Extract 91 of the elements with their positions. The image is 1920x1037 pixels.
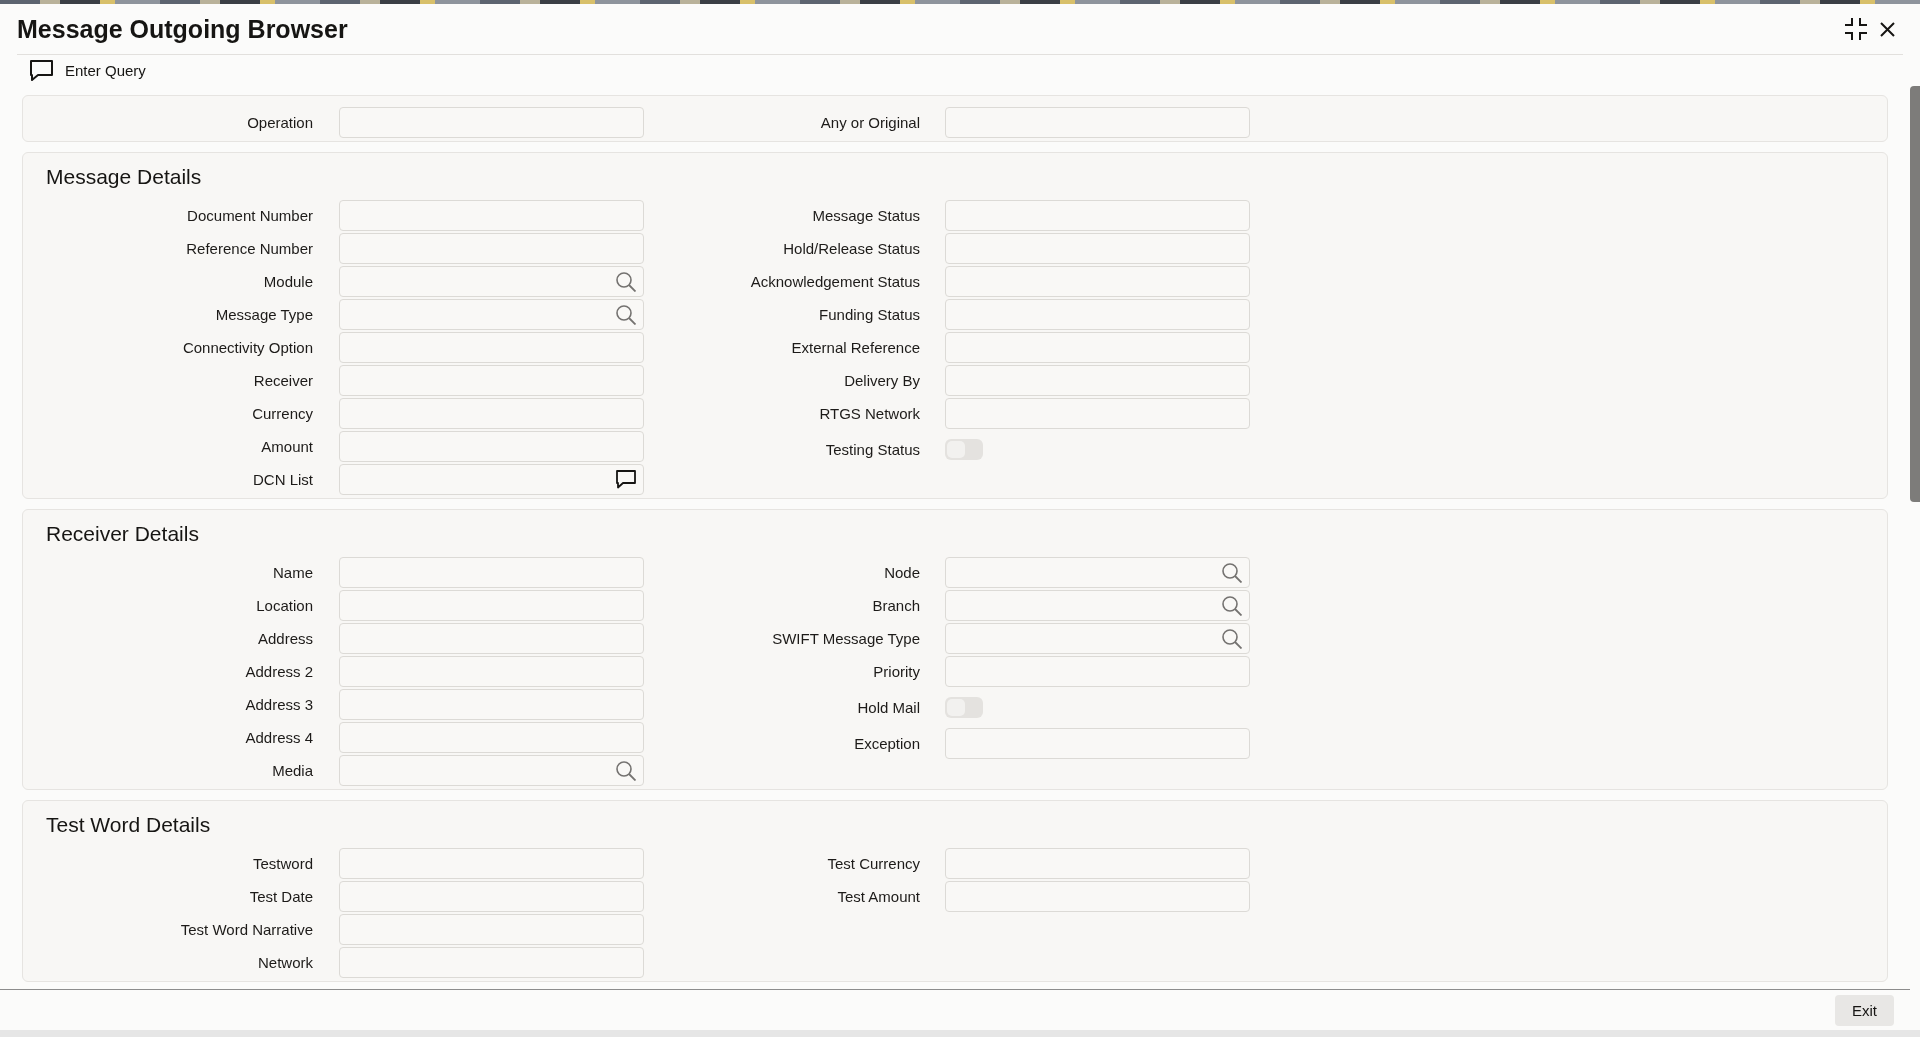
field-label: Network — [257, 954, 313, 971]
field-label: Operation — [246, 114, 313, 131]
field-label: Test Word Narrative — [179, 921, 313, 938]
section-heading: Receiver Details — [46, 521, 200, 547]
input-field[interactable] — [945, 107, 1250, 138]
input-field[interactable] — [339, 656, 644, 687]
input-field[interactable] — [339, 623, 644, 654]
field-label: Delivery By — [843, 372, 920, 389]
field-label: Receiver — [252, 372, 313, 389]
field-label: Branch — [871, 597, 920, 614]
input-field[interactable] — [339, 431, 644, 462]
input-field[interactable] — [339, 332, 644, 363]
input-field[interactable] — [339, 848, 644, 879]
input-field[interactable] — [945, 848, 1250, 879]
field-label: Acknowledgement Status — [749, 273, 920, 290]
search-icon[interactable] — [1222, 595, 1242, 616]
input-field[interactable] — [945, 398, 1250, 429]
field-label: Exception — [853, 735, 920, 752]
section-heading: Message Details — [46, 164, 203, 190]
field-label: Hold Mail — [856, 699, 920, 716]
input-field[interactable] — [945, 365, 1250, 396]
section-heading: Test Word Details — [46, 812, 212, 838]
field-label: Test Date — [248, 888, 313, 905]
field-label: Media — [271, 762, 313, 779]
field-label: Module — [262, 273, 313, 290]
chat-bubble-icon[interactable] — [616, 470, 636, 489]
close-icon[interactable] — [1880, 21, 1895, 37]
field-label: Address 3 — [244, 696, 313, 713]
field-label: Test Currency — [826, 855, 920, 872]
input-field[interactable] — [339, 200, 644, 231]
field-label: Address 2 — [244, 663, 313, 680]
collapse-icon[interactable] — [1844, 17, 1868, 41]
field-label: Address 4 — [244, 729, 313, 746]
input-field[interactable] — [339, 398, 644, 429]
search-icon[interactable] — [616, 271, 636, 292]
input-field[interactable] — [339, 365, 644, 396]
search-icon[interactable] — [616, 304, 636, 325]
field-label: DCN List — [252, 471, 313, 488]
input-field[interactable] — [339, 689, 644, 720]
field-label: Connectivity Option — [181, 339, 313, 356]
search-icon[interactable] — [1222, 562, 1242, 583]
input-field[interactable] — [339, 947, 644, 978]
input-field[interactable] — [339, 914, 644, 945]
field-label: Node — [883, 564, 920, 581]
input-field[interactable] — [339, 722, 644, 753]
field-label: Testing Status — [824, 441, 920, 458]
field-label: RTGS Network — [818, 405, 920, 422]
input-field[interactable] — [945, 332, 1250, 363]
field-label: Name — [272, 564, 313, 581]
field-label: Document Number — [186, 207, 313, 224]
field-label: Any or Original — [819, 114, 920, 131]
lookup-field[interactable] — [339, 299, 644, 330]
input-field[interactable] — [339, 107, 644, 138]
search-icon[interactable] — [616, 760, 636, 781]
input-field[interactable] — [945, 881, 1250, 912]
input-field[interactable] — [945, 200, 1250, 231]
lookup-field[interactable] — [945, 623, 1250, 654]
field-label: Reference Number — [185, 240, 313, 257]
field-label: External Reference — [790, 339, 920, 356]
field-label: Priority — [872, 663, 920, 680]
input-field[interactable] — [339, 557, 644, 588]
chat-bubble-icon — [30, 59, 53, 81]
exit-button[interactable]: Exit — [1835, 994, 1894, 1026]
toolbar-button[interactable]: Enter Query — [30, 59, 146, 81]
list-field[interactable] — [339, 464, 644, 495]
field-label: Currency — [251, 405, 313, 422]
input-field[interactable] — [339, 590, 644, 621]
scrollbar-thumb[interactable] — [1910, 86, 1920, 502]
input-field[interactable] — [945, 233, 1250, 264]
lookup-field[interactable] — [339, 266, 644, 297]
input-field[interactable] — [339, 233, 644, 264]
field-label: SWIFT Message Type — [771, 630, 920, 647]
field-label: Test Amount — [836, 888, 920, 905]
field-label: Message Type — [214, 306, 313, 323]
input-field[interactable] — [945, 266, 1250, 297]
search-icon[interactable] — [1222, 628, 1242, 649]
lookup-field[interactable] — [945, 557, 1250, 588]
field-label: Amount — [260, 438, 313, 455]
field-label: Address — [256, 630, 313, 647]
field-label: Location — [255, 597, 313, 614]
field-label: Testword — [251, 855, 313, 872]
field-label: Hold/Release Status — [782, 240, 920, 257]
lookup-field[interactable] — [945, 590, 1250, 621]
field-label: Funding Status — [818, 306, 920, 323]
input-field[interactable] — [945, 728, 1250, 759]
input-field[interactable] — [945, 299, 1250, 330]
lookup-field[interactable] — [339, 755, 644, 786]
input-field[interactable] — [945, 656, 1250, 687]
input-field[interactable] — [339, 881, 644, 912]
page-title: Message Outgoing Browser — [17, 14, 348, 45]
field-label: Message Status — [811, 207, 920, 224]
